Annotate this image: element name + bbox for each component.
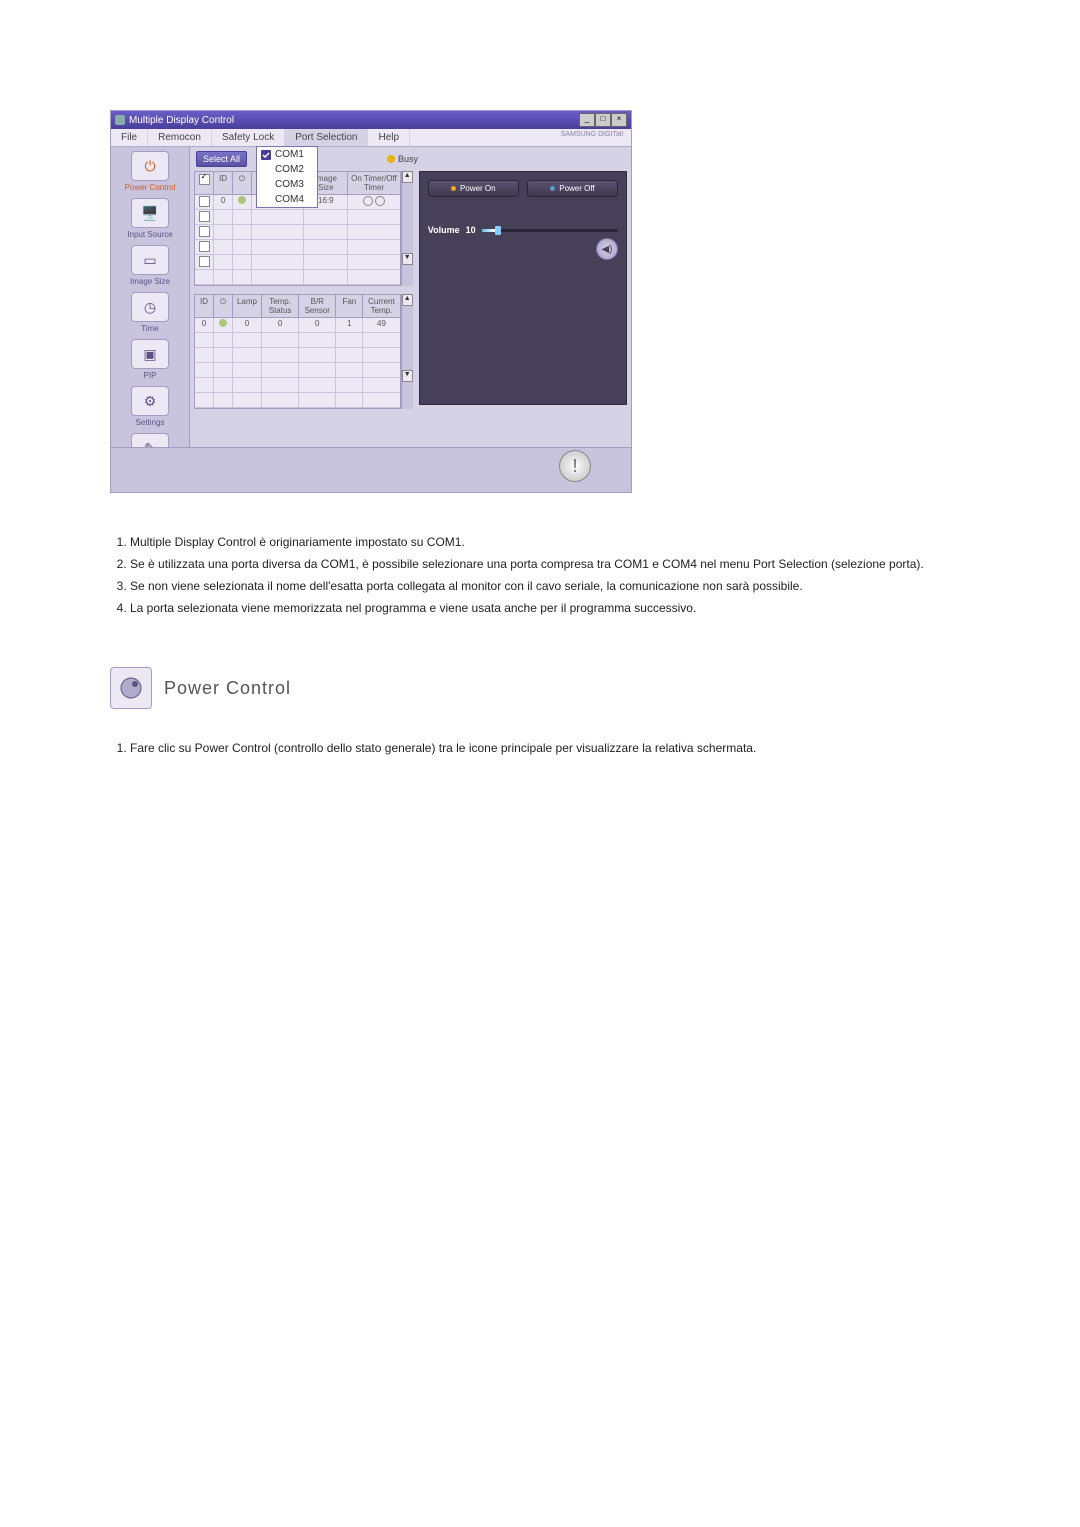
- volume-label: Volume: [428, 225, 460, 235]
- size-icon: ▭: [131, 245, 169, 275]
- sidebar-item-pip[interactable]: ▣ PIP: [116, 339, 184, 380]
- select-all-button[interactable]: Select All: [196, 151, 247, 167]
- busy-dot-icon: [387, 155, 395, 163]
- volume-control: Volume 10: [428, 225, 618, 235]
- sidebar-item-image-size[interactable]: ▭ Image Size: [116, 245, 184, 286]
- row-checkbox[interactable]: [199, 196, 210, 207]
- busy-indicator: Busy: [387, 154, 418, 164]
- power-header-icon: ⏻: [233, 172, 252, 194]
- scroll-down-icon[interactable]: ▼: [402, 253, 413, 265]
- sidebar-item-time[interactable]: ◷ Time: [116, 292, 184, 333]
- list-item: Multiple Display Control è originariamen…: [130, 533, 970, 551]
- section-title: Power Control: [164, 678, 291, 699]
- power-status-icon: [219, 319, 227, 327]
- status-table: ID ⏻ Lamp Temp. Status B/R Sensor Fan Cu…: [194, 294, 401, 409]
- sidebar-item-input-source[interactable]: 🖥️ Input Source: [116, 198, 184, 239]
- check-icon: [261, 150, 271, 160]
- menu-safety-lock[interactable]: Safety Lock: [212, 129, 285, 146]
- scroll-up-icon[interactable]: ▲: [402, 294, 413, 306]
- speaker-icon[interactable]: ◀): [596, 238, 618, 260]
- time-icon: ◷: [131, 292, 169, 322]
- sidebar-item-power-control[interactable]: ⏻ Power Control: [116, 151, 184, 192]
- led-off-icon: [550, 186, 555, 191]
- menu-remocon[interactable]: Remocon: [148, 129, 212, 146]
- app-title: Multiple Display Control: [129, 115, 234, 126]
- volume-slider[interactable]: [482, 229, 618, 232]
- timer-off-icon: [363, 196, 373, 206]
- power-status-icon: [238, 196, 246, 204]
- minimize-button[interactable]: _: [579, 113, 595, 127]
- list-item: Se è utilizzata una porta diversa da COM…: [130, 555, 970, 573]
- power-icon: ⏻: [131, 151, 169, 181]
- scroll-down-icon[interactable]: ▼: [402, 370, 413, 382]
- header-checkbox[interactable]: [199, 174, 210, 185]
- input-icon: 🖥️: [131, 198, 169, 228]
- close-button[interactable]: ×: [611, 113, 627, 127]
- timer-on-icon: [375, 196, 385, 206]
- menu-file[interactable]: File: [111, 129, 148, 146]
- menu-port-selection[interactable]: Port Selection: [285, 129, 368, 146]
- app-icon: [115, 115, 125, 125]
- port-option-com1[interactable]: COM1: [257, 147, 317, 162]
- maximize-button[interactable]: □: [595, 113, 611, 127]
- section-heading: Power Control: [110, 667, 970, 709]
- port-option-com3[interactable]: COM3: [257, 177, 317, 192]
- power-control-notes: Fare clic su Power Control (controllo de…: [110, 739, 970, 757]
- list-item: Se non viene selezionata il nome dell'es…: [130, 577, 970, 595]
- menu-help[interactable]: Help: [368, 129, 410, 146]
- port-option-com4[interactable]: COM4: [257, 192, 317, 207]
- volume-value: 10: [466, 225, 476, 235]
- scrollbar[interactable]: ▲ ▼: [401, 171, 413, 286]
- status-bar: !: [111, 447, 631, 492]
- sidebar: ⏻ Power Control 🖥️ Input Source ▭ Image …: [111, 147, 190, 447]
- power-control-icon: [110, 667, 152, 709]
- power-off-button[interactable]: Power Off: [527, 180, 618, 197]
- list-item: La porta selezionata viene memorizzata n…: [130, 599, 970, 617]
- table-row[interactable]: 0 0 0 0 1 49: [195, 318, 400, 333]
- scrollbar[interactable]: ▲ ▼: [401, 294, 413, 409]
- volume-knob[interactable]: [495, 226, 501, 235]
- list-item: Fare clic su Power Control (controllo de…: [130, 739, 970, 757]
- app-window: Multiple Display Control _ □ × File Remo…: [110, 110, 632, 493]
- power-on-button[interactable]: Power On: [428, 180, 519, 197]
- titlebar: Multiple Display Control _ □ ×: [111, 111, 631, 129]
- port-option-com2[interactable]: COM2: [257, 162, 317, 177]
- control-panel: Power On Power Off Volume 10: [419, 171, 627, 405]
- port-selection-notes: Multiple Display Control è originariamen…: [110, 533, 970, 617]
- port-selection-dropdown: COM1 COM2 COM3 COM4: [256, 146, 318, 208]
- sidebar-item-settings[interactable]: ⚙ Settings: [116, 386, 184, 427]
- menubar: File Remocon Safety Lock Port Selection …: [111, 129, 631, 147]
- scroll-up-icon[interactable]: ▲: [402, 171, 413, 183]
- led-on-icon: [451, 186, 456, 191]
- brand-label: SAMSUNG DIGITall: [561, 131, 623, 138]
- gear-icon: ⚙: [131, 386, 169, 416]
- info-icon[interactable]: !: [559, 450, 591, 482]
- pip-icon: ▣: [131, 339, 169, 369]
